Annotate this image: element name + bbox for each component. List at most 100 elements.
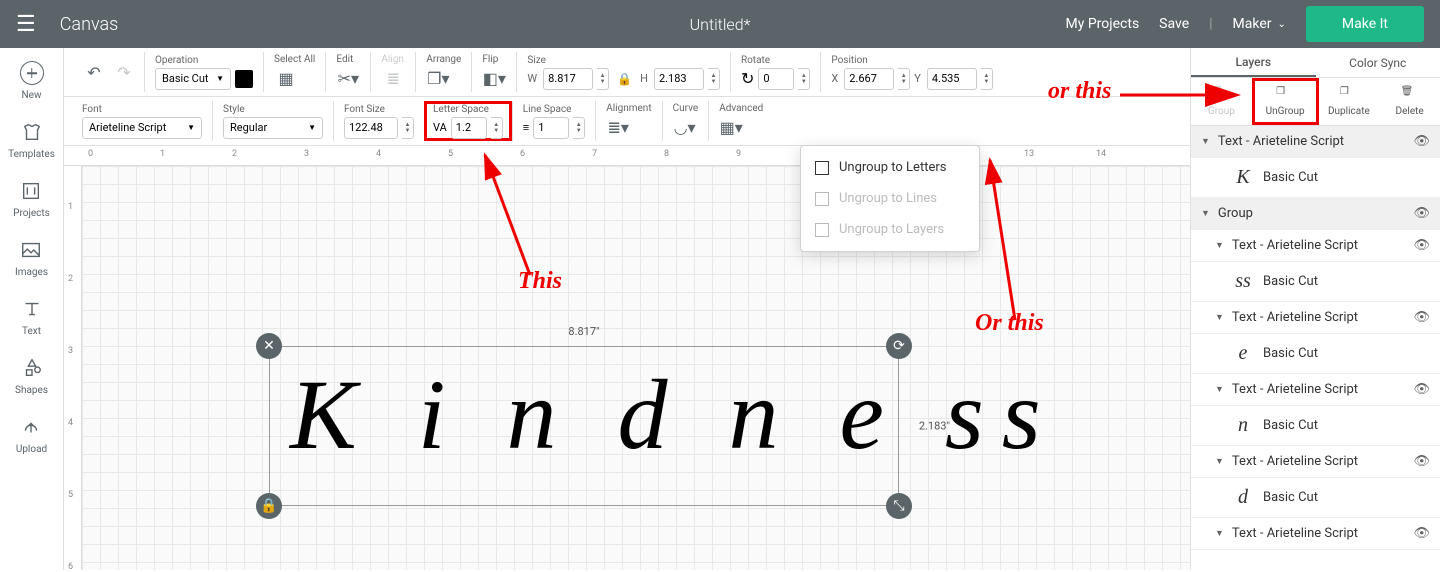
delete-handle[interactable]: ✕ [256, 333, 282, 359]
rotate-handle[interactable]: ⟳ [886, 333, 912, 359]
eye-icon[interactable]: 👁 [1413, 134, 1430, 149]
rotate-icon: ↻ [741, 69, 754, 88]
sidebar-item-projects[interactable]: Projects [13, 178, 50, 219]
operation-label: Operation [155, 55, 253, 66]
lock-icon[interactable]: 🔒 [617, 72, 632, 86]
rotate-input[interactable]: 0 [758, 68, 794, 90]
undo-icon[interactable]: ↶ [82, 60, 106, 84]
operation-dropdown[interactable]: Basic Cut▼ [155, 68, 231, 90]
left-sidebar: New Templates Projects Images Text Shape… [0, 48, 64, 570]
lock-handle[interactable]: 🔒 [256, 493, 282, 519]
top-bar: ☰ Canvas Untitled* My Projects Save | Ma… [0, 0, 1440, 48]
grid-icon [815, 161, 829, 175]
ungroup-to-letters[interactable]: Ungroup to Letters [801, 152, 979, 183]
projects-icon [18, 178, 44, 204]
color-swatch[interactable] [235, 70, 253, 88]
arrange-icon[interactable]: ❐▾ [426, 67, 450, 91]
width-label: 8.817" [568, 325, 599, 338]
text-icon [19, 296, 45, 322]
trash-icon: 🗑 [1401, 86, 1419, 104]
sidebar-item-images[interactable]: Images [15, 237, 48, 278]
layer-row[interactable]: ▼Text - Arieteline Script👁 [1191, 302, 1440, 334]
duplicate-button[interactable]: ❐Duplicate [1319, 78, 1380, 125]
layer-row[interactable]: ▼Text - Arieteline Script👁 [1191, 374, 1440, 406]
x-input[interactable]: 2.667 [844, 68, 894, 90]
letter-space-icon: VA [433, 121, 447, 134]
eye-icon[interactable]: 👁 [1413, 382, 1430, 397]
curve-icon[interactable]: ◡▾ [673, 116, 697, 140]
layer-row[interactable]: ▼Text - Arieteline Script👁 [1191, 230, 1440, 262]
sidebar-item-new[interactable]: New [19, 60, 45, 101]
eye-icon[interactable]: 👁 [1413, 526, 1430, 541]
height-label: 2.183" [919, 420, 950, 433]
advanced-icon[interactable]: ▦▾ [719, 116, 743, 140]
redo-icon[interactable]: ↷ [112, 60, 136, 84]
sidebar-item-shapes[interactable]: Shapes [15, 355, 48, 396]
brand: Canvas [60, 14, 119, 35]
layer-row[interactable]: KBasic Cut [1191, 158, 1440, 198]
edit-icon[interactable]: ✂▾ [336, 67, 360, 91]
right-panel: Layers Color Sync ❐Group ❐UnGroup ❐Dupli… [1190, 48, 1440, 570]
delete-button[interactable]: 🗑Delete [1379, 78, 1440, 125]
horizontal-ruler: 01234567891011121314 [64, 146, 1190, 166]
ungroup-to-lines: Ungroup to Lines [801, 183, 979, 214]
layer-row[interactable]: ▼Text - Arieteline Script👁 [1191, 126, 1440, 158]
image-icon [18, 237, 44, 263]
advanced-dropdown-menu: Ungroup to Letters Ungroup to Lines Ungr… [800, 145, 980, 252]
eye-icon[interactable]: 👁 [1413, 206, 1430, 221]
layer-row[interactable]: nBasic Cut [1191, 406, 1440, 446]
grid-icon [815, 223, 829, 237]
vertical-ruler: 123456 [64, 166, 82, 570]
selected-text[interactable]: K i n d n e ss [270, 347, 898, 482]
width-input[interactable]: 8.817 [543, 68, 593, 90]
grid-icon [815, 192, 829, 206]
style-dropdown[interactable]: Regular▼ [223, 117, 323, 139]
select-all-icon[interactable]: ▦ [274, 67, 298, 91]
ungroup-button[interactable]: ❐UnGroup [1252, 78, 1319, 125]
layer-row[interactable]: ssBasic Cut [1191, 262, 1440, 302]
layer-row[interactable]: ▼Group👁 [1191, 198, 1440, 230]
machine-selector[interactable]: Maker⌄ [1233, 16, 1286, 32]
canvas-area[interactable]: 01234567891011121314 123456 K i n d n e … [64, 146, 1190, 570]
my-projects-link[interactable]: My Projects [1066, 16, 1140, 32]
group-icon: ❐ [1212, 86, 1230, 104]
group-button[interactable]: ❐Group [1191, 78, 1252, 125]
shapes-icon [19, 355, 45, 381]
layer-row[interactable]: dBasic Cut [1191, 478, 1440, 518]
resize-handle[interactable]: ⤡ [886, 493, 912, 519]
menu-icon[interactable]: ☰ [16, 12, 36, 37]
eye-icon[interactable]: 👁 [1413, 310, 1430, 325]
sidebar-item-templates[interactable]: Templates [8, 119, 55, 160]
toolbar-row-2: Font Arieteline Script▼ Style Regular▼ F… [64, 97, 1190, 146]
letter-space-input[interactable]: 1.2 [451, 117, 487, 139]
sidebar-item-upload[interactable]: Upload [16, 414, 47, 455]
sidebar-item-text[interactable]: Text [19, 296, 45, 337]
layer-row[interactable]: eBasic Cut [1191, 334, 1440, 374]
eye-icon[interactable]: 👁 [1413, 238, 1430, 253]
line-space-input[interactable]: 1 [533, 117, 569, 139]
layer-row[interactable]: ▼Text - Arieteline Script👁 [1191, 518, 1440, 550]
eye-icon[interactable]: 👁 [1413, 454, 1430, 469]
tab-layers[interactable]: Layers [1191, 48, 1316, 77]
selection-box[interactable]: K i n d n e ss ✕ ⟳ 🔒 ⤡ 8.817" 2.183" [269, 346, 899, 506]
duplicate-icon: ❐ [1340, 86, 1358, 104]
height-input[interactable]: 2.183 [654, 68, 704, 90]
font-dropdown[interactable]: Arieteline Script▼ [82, 117, 202, 139]
ungroup-to-layers: Ungroup to Layers [801, 214, 979, 245]
toolbar-row-1: ↶ ↷ Operation Basic Cut▼ Select All ▦ Ed… [64, 48, 1190, 97]
toolbars: ↶ ↷ Operation Basic Cut▼ Select All ▦ Ed… [64, 48, 1190, 146]
plus-circle-icon [19, 60, 45, 86]
layer-row[interactable]: ▼Text - Arieteline Script👁 [1191, 446, 1440, 478]
save-link[interactable]: Save [1159, 16, 1189, 32]
y-input[interactable]: 4.535 [927, 68, 977, 90]
font-size-input[interactable]: 122.48 [344, 117, 398, 139]
layers-list: ▼Text - Arieteline Script👁 KBasic Cut ▼G… [1191, 126, 1440, 570]
alignment-icon[interactable]: ≣▾ [606, 116, 630, 140]
document-title: Untitled* [690, 15, 751, 34]
make-it-button[interactable]: Make It [1306, 6, 1424, 42]
align-icon: ≣ [381, 67, 405, 91]
flip-icon[interactable]: ◧▾ [482, 67, 506, 91]
tab-color-sync[interactable]: Color Sync [1316, 48, 1440, 77]
shirt-icon [19, 119, 45, 145]
divider: | [1209, 16, 1212, 32]
